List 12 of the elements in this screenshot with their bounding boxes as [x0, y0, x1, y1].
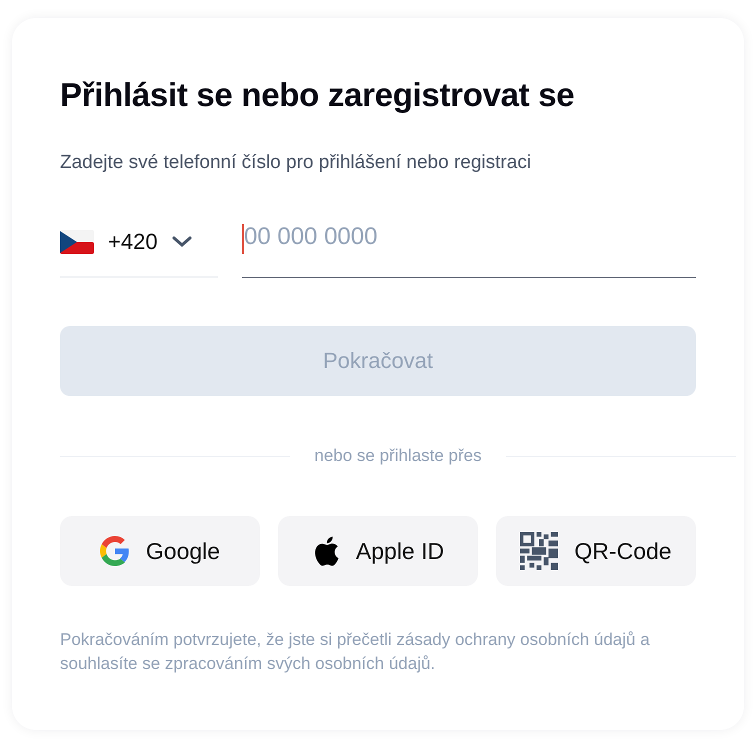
qr-code-icon: [520, 532, 558, 570]
google-logo-icon: [100, 536, 130, 566]
country-code-dropdown[interactable]: +420: [60, 220, 218, 278]
consent-text: Pokračováním potvrzujete, že jste si přečetli zásady ochrany osobních údajů a souhlasíte se zpracováním svých osobních údajů.: [60, 629, 651, 675]
divider-text: nebo se přihlaste přes: [314, 446, 482, 466]
social-login-button[interactable]: Apple ID: [278, 516, 478, 586]
czech-flag-icon: [60, 230, 94, 254]
social-login-button[interactable]: QR-Code: [496, 516, 696, 586]
social-login-button[interactable]: Google: [60, 516, 260, 586]
subtitle: Zadejte své telefonní číslo pro přihlášení nebo registraci: [60, 152, 532, 174]
page-title: Přihlásit se nebo zaregistrovat se: [60, 76, 576, 114]
chevron-down-icon: [172, 236, 192, 248]
